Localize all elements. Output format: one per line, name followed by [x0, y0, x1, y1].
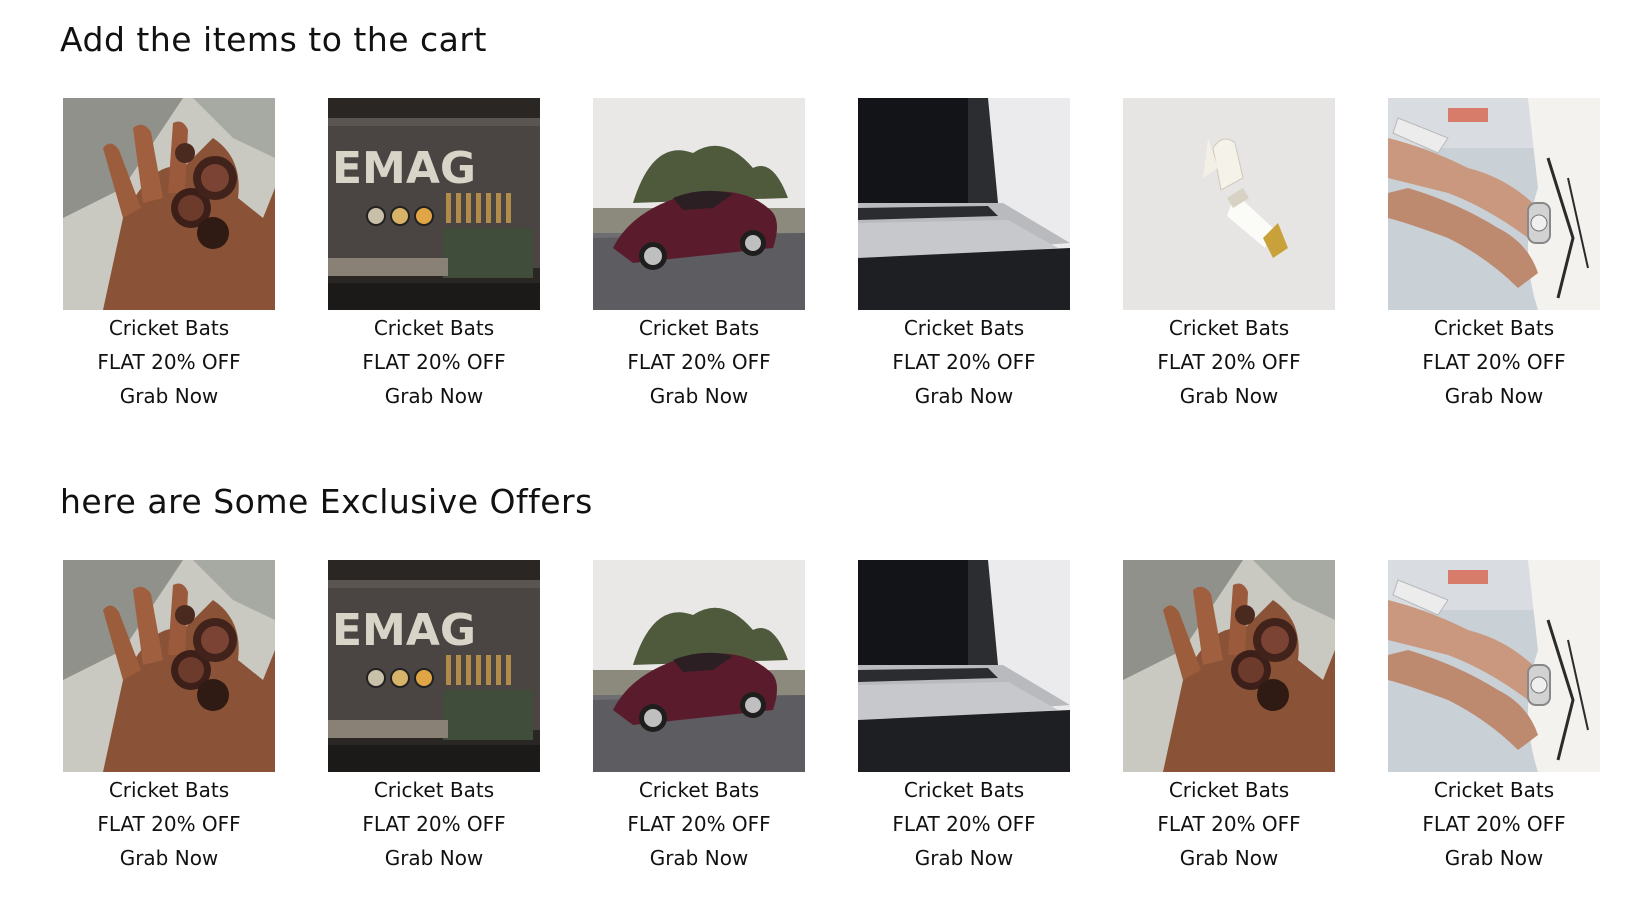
product-card[interactable]: Cricket Bats FLAT 20% OFF Grab Now [1388, 98, 1600, 413]
grab-now-link[interactable]: Grab Now [593, 379, 805, 413]
vintage-machine-image[interactable]: EMAG [328, 560, 540, 772]
product-title: Cricket Bats [903, 316, 1025, 340]
sports-car-image[interactable] [593, 560, 805, 772]
phone-in-hands-image[interactable] [1388, 98, 1600, 310]
offer-label: FLAT 20% OFF [1422, 812, 1566, 836]
product-card[interactable]: Cricket Bats FLAT 20% OFF Grab Now [593, 98, 805, 413]
offer-label: FLAT 20% OFF [362, 812, 506, 836]
product-title: Cricket Bats [373, 778, 495, 802]
product-card[interactable]: Cricket Bats FLAT 20% OFF Grab Now [63, 560, 275, 875]
grab-now-link[interactable]: Grab Now [858, 841, 1070, 875]
product-card[interactable]: Cricket Bats FLAT 20% OFF Grab Now [1123, 560, 1335, 875]
grab-now-link[interactable]: Grab Now [328, 379, 540, 413]
offer-label: FLAT 20% OFF [1422, 350, 1566, 374]
grab-now-link[interactable]: Grab Now [858, 379, 1070, 413]
product-title: Cricket Bats [638, 316, 760, 340]
rings-on-hand-image[interactable] [63, 560, 275, 772]
laptop-image[interactable] [858, 98, 1070, 310]
product-title: Cricket Bats [373, 316, 495, 340]
vintage-machine-image[interactable]: EMAG [328, 98, 540, 310]
offer-label: FLAT 20% OFF [892, 812, 1036, 836]
sports-car-image[interactable] [593, 98, 805, 310]
product-title: Cricket Bats [108, 316, 230, 340]
product-card[interactable]: EMAG Cricket Bats FLAT 20% OFF Grab Now [328, 560, 540, 875]
product-title: Cricket Bats [903, 778, 1025, 802]
offer-label: FLAT 20% OFF [627, 350, 771, 374]
product-card[interactable]: Cricket Bats FLAT 20% OFF Grab Now [593, 560, 805, 875]
phone-in-hands-image[interactable] [1388, 560, 1600, 772]
grab-now-link[interactable]: Grab Now [63, 379, 275, 413]
offer-label: FLAT 20% OFF [1157, 812, 1301, 836]
svg-text:EMAG: EMAG [332, 605, 476, 656]
grab-now-link[interactable]: Grab Now [1388, 379, 1600, 413]
product-card[interactable]: Cricket Bats FLAT 20% OFF Grab Now [858, 98, 1070, 413]
svg-text:EMAG: EMAG [332, 143, 476, 194]
product-grid: Cricket Bats FLAT 20% OFF Grab Now EMAG [63, 560, 1603, 900]
product-card[interactable]: Cricket Bats FLAT 20% OFF Grab Now [63, 98, 275, 413]
offer-label: FLAT 20% OFF [97, 350, 241, 374]
product-card[interactable]: EMAG Cricket Bats FLAT 20% OFF Grab Now [328, 98, 540, 413]
grab-now-link[interactable]: Grab Now [593, 841, 805, 875]
product-title: Cricket Bats [108, 778, 230, 802]
product-grid: Cricket Bats FLAT 20% OFF Grab Now EMAG [63, 98, 1603, 438]
grab-now-link[interactable]: Grab Now [63, 841, 275, 875]
offer-label: FLAT 20% OFF [1157, 350, 1301, 374]
grab-now-link[interactable]: Grab Now [1123, 841, 1335, 875]
rings-on-hand-image[interactable] [1123, 560, 1335, 772]
offer-label: FLAT 20% OFF [97, 812, 241, 836]
product-title: Cricket Bats [1433, 316, 1555, 340]
rings-on-hand-image[interactable] [63, 98, 275, 310]
product-card[interactable]: Cricket Bats FLAT 20% OFF Grab Now [1388, 560, 1600, 875]
product-title: Cricket Bats [1168, 316, 1290, 340]
section-title: Add the items to the cart [60, 20, 487, 59]
product-card[interactable]: Cricket Bats FLAT 20% OFF Grab Now [1123, 98, 1335, 413]
grab-now-link[interactable]: Grab Now [1123, 379, 1335, 413]
grab-now-link[interactable]: Grab Now [1388, 841, 1600, 875]
product-card[interactable]: Cricket Bats FLAT 20% OFF Grab Now [858, 560, 1070, 875]
product-title: Cricket Bats [1168, 778, 1290, 802]
grab-now-link[interactable]: Grab Now [328, 841, 540, 875]
product-title: Cricket Bats [1433, 778, 1555, 802]
product-title: Cricket Bats [638, 778, 760, 802]
offer-label: FLAT 20% OFF [362, 350, 506, 374]
offer-label: FLAT 20% OFF [892, 350, 1036, 374]
section-title: here are Some Exclusive Offers [60, 482, 593, 521]
laptop-image[interactable] [858, 560, 1070, 772]
offer-label: FLAT 20% OFF [627, 812, 771, 836]
perfume-bottle-image[interactable] [1123, 98, 1335, 310]
